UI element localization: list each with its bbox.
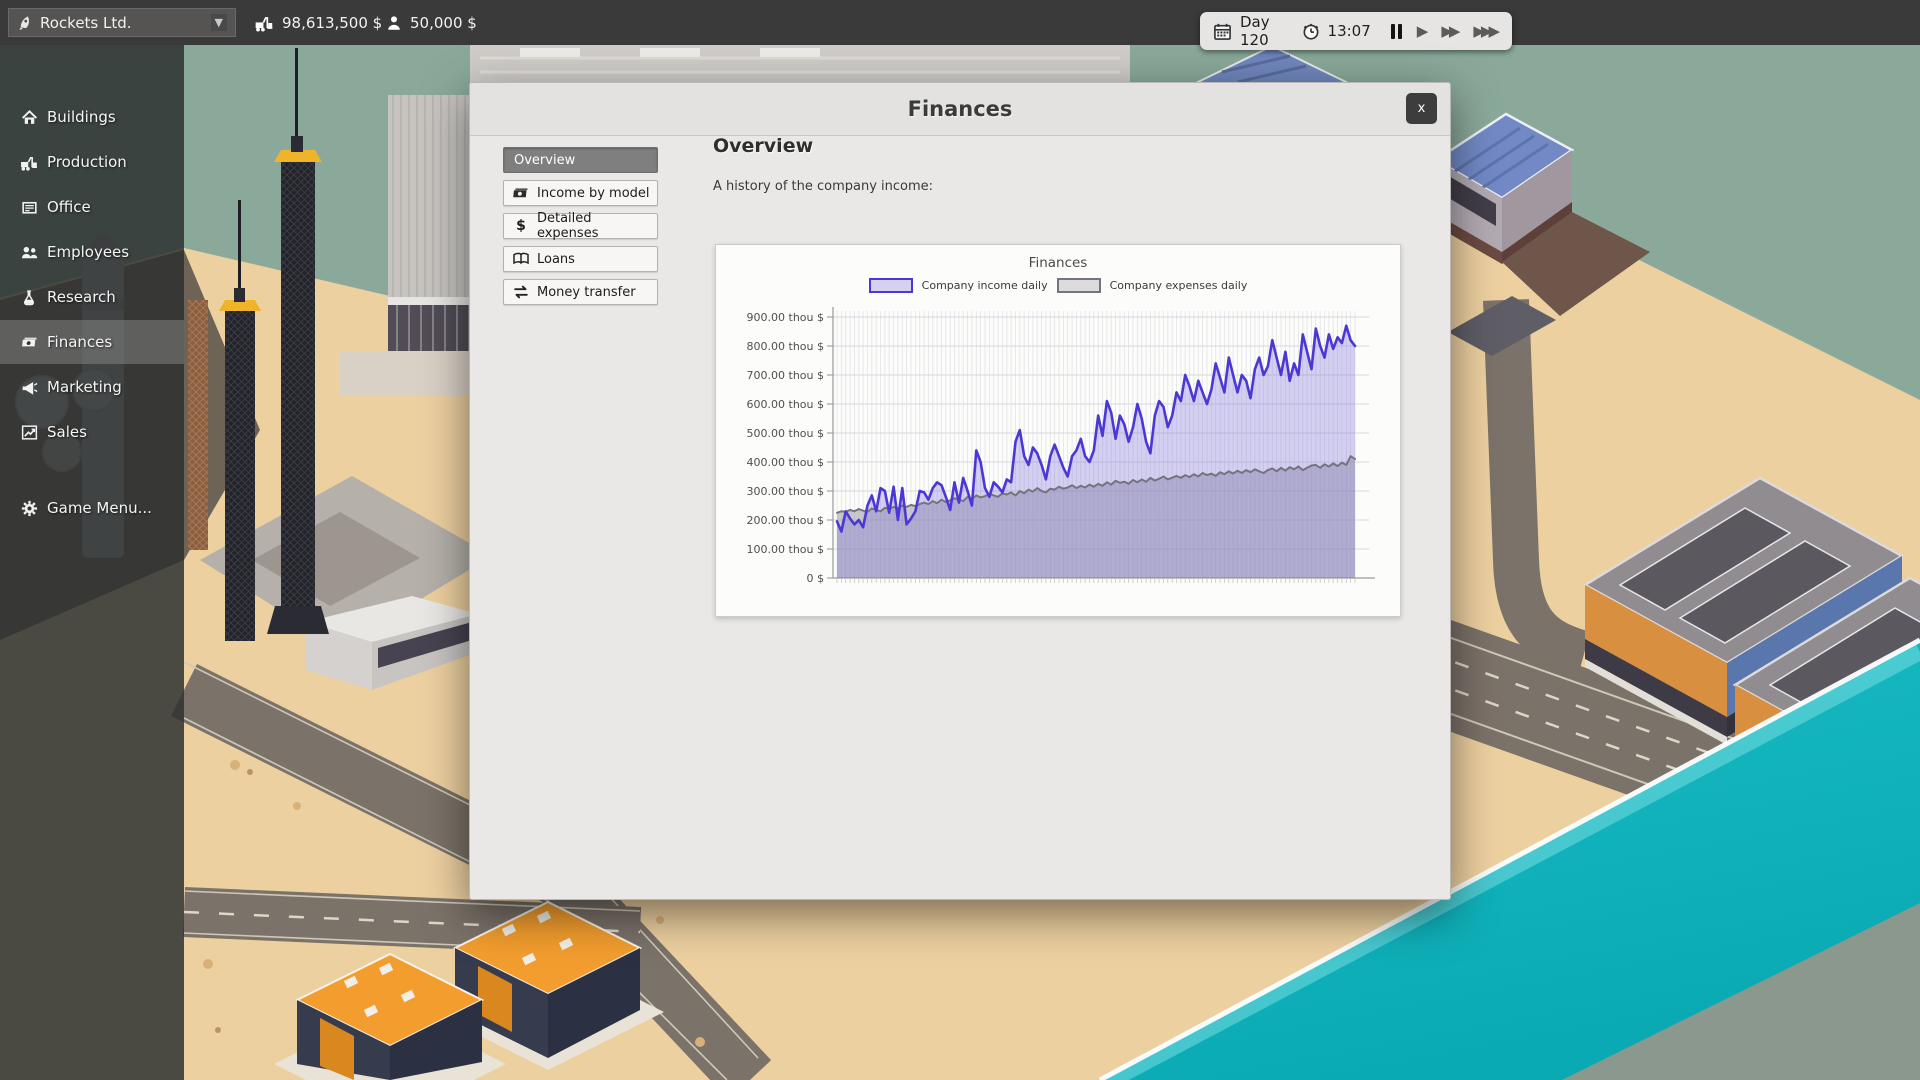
sidebar-item-employees[interactable]: Employees [0,230,184,274]
employees-icon [18,243,40,262]
sidebar-item-research[interactable]: Research [0,275,184,319]
finances-modal: Finances x Overview Income by model $ Detai… [469,82,1451,900]
expenses-legend-swatch [1057,278,1101,293]
sidebar-item-office[interactable]: Office [0,185,184,229]
pause-button[interactable] [1390,24,1404,39]
sidebar-item-game-menu[interactable]: Game Menu... [0,486,184,530]
sidebar-item-label: Finances [47,333,112,351]
sidebar-item-sales[interactable]: Sales [0,410,184,454]
modal-titlebar: Finances [470,83,1450,136]
finances-chart: 900.00 thou $ 800.00 thou $ 700.00 thou $ 6… [716,245,1402,618]
modal-title: Finances [470,83,1450,135]
sales-icon [18,423,40,442]
sidebar-item-label: Employees [47,243,129,261]
clock-icon [1301,21,1321,41]
salary-cost: 50,000 $ [385,8,477,37]
close-button[interactable]: x [1406,93,1437,124]
person-icon [385,14,403,32]
svg-text:600.00 thou $: 600.00 thou $ [747,398,824,411]
finances-icon [18,333,40,351]
company-dropdown[interactable]: Rockets Ltd. ▼ [8,8,236,37]
buildings-icon [18,108,40,127]
gear-icon [18,499,40,518]
chevron-down-icon: ▼ [211,14,227,31]
sidebar-item-production[interactable]: Production [0,140,184,184]
forklift-icon [253,13,275,33]
top-bar: Rockets Ltd. ▼ 98,613,500 $ 50,000 $ [0,0,1920,45]
page-title: Overview [713,135,813,157]
company-name: Rockets Ltd. [40,14,211,32]
marketing-icon [18,378,40,397]
svg-text:900.00 thou $: 900.00 thou $ [747,311,824,324]
tab-label: Money transfer [537,285,636,300]
dollar-icon: $ [512,218,530,234]
sidebar-item-label: Game Menu... [47,499,152,517]
svg-text:200.00 thou $: 200.00 thou $ [747,514,824,527]
svg-text:500.00 thou $: 500.00 thou $ [747,427,824,440]
sidebar-item-buildings[interactable]: Buildings [0,95,184,139]
research-icon [18,288,40,307]
transfer-icon [512,283,530,301]
svg-text:0 $: 0 $ [807,572,825,585]
tab-money-transfer[interactable]: Money transfer [503,279,658,305]
calendar-icon [1212,21,1233,42]
office-icon [18,198,40,217]
sidebar: Buildings Production Office Employees Resear… [0,45,184,1080]
sidebar-item-marketing[interactable]: Marketing [0,365,184,409]
page-subtitle: A history of the company income: [713,179,933,194]
svg-text:300.00 thou $: 300.00 thou $ [747,485,824,498]
sidebar-item-label: Sales [47,423,87,441]
day-counter: Day 120 [1240,13,1294,49]
tab-loans[interactable]: Loans [503,246,658,272]
book-icon [512,250,530,268]
finances-chart-card: 900.00 thou $ 800.00 thou $ 700.00 thou $ 6… [715,244,1401,617]
sidebar-item-label: Buildings [47,108,116,126]
tab-label: Income by model [537,186,650,201]
tab-label: Overview [514,153,575,168]
sidebar-item-finances[interactable]: Finances [0,320,184,364]
modal-tabs: Overview Income by model $ Detailed expense… [503,147,660,312]
chart-title: Finances [716,255,1400,271]
income-legend-label: Company income daily [922,279,1048,292]
income-legend-swatch [869,278,913,293]
tab-detailed-expenses[interactable]: $ Detailed expenses [503,213,658,239]
fastest-forward-button[interactable]: ▶▶▶ [1473,24,1500,39]
sidebar-item-label: Marketing [47,378,122,396]
tab-overview[interactable]: Overview [503,147,658,173]
tab-income-by-model[interactable]: Income by model [503,180,658,206]
chart-legend: Company income daily Company expenses dai… [716,278,1400,293]
svg-text:800.00 thou $: 800.00 thou $ [747,340,824,353]
time-panel: Day 120 13:07 ▶▶▶▶▶▶ [1200,12,1512,50]
clock-time: 13:07 [1328,22,1371,40]
svg-text:400.00 thou $: 400.00 thou $ [747,456,824,469]
tab-label: Loans [537,252,575,267]
svg-text:700.00 thou $: 700.00 thou $ [747,369,824,382]
tab-label: Detailed expenses [537,211,657,241]
production-icon [18,153,40,172]
expenses-legend-label: Company expenses daily [1110,279,1248,292]
company-money: 98,613,500 $ [253,8,382,37]
rocket-icon [17,14,34,31]
banknote-icon [512,184,530,202]
sidebar-item-label: Production [47,153,127,171]
sidebar-item-label: Research [47,288,116,306]
time-controls: ▶▶▶▶▶▶ [1390,24,1500,39]
sidebar-item-label: Office [47,198,91,216]
company-money-value: 98,613,500 $ [282,14,382,32]
salary-cost-value: 50,000 $ [410,14,477,32]
play-button[interactable]: ▶ [1417,24,1429,39]
svg-text:100.00 thou $: 100.00 thou $ [747,543,824,556]
fast-forward-button[interactable]: ▶▶ [1441,24,1460,39]
